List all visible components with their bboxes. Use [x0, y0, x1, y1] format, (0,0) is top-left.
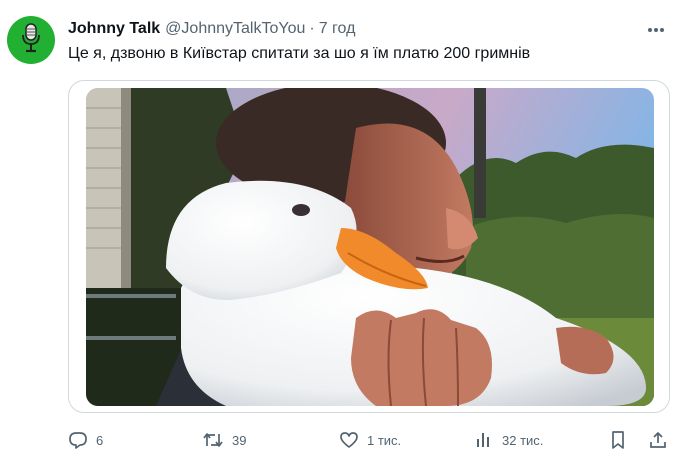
share-icon — [648, 430, 668, 450]
tweet-time[interactable]: 7 год — [319, 20, 356, 38]
display-name[interactable]: Johnny Talk — [68, 20, 160, 38]
like-count: 1 тис. — [367, 432, 402, 448]
separator-dot: · — [309, 20, 315, 37]
avatar[interactable] — [7, 16, 55, 64]
tweet-text: Це я, дзвоню в Київстар спитати за шо я … — [68, 45, 531, 62]
reply-icon — [68, 430, 88, 450]
heart-icon — [339, 430, 359, 450]
tweet-photo[interactable] — [86, 88, 654, 406]
retweet-count: 39 — [232, 432, 247, 448]
views-count: 32 тис. — [502, 432, 544, 448]
reply-count: 6 — [96, 432, 104, 448]
views-button[interactable]: 32 тис. — [474, 426, 543, 454]
action-bar: 6 39 1 тис. 32 тис. — [0, 426, 675, 454]
retweet-button[interactable]: 39 — [202, 426, 246, 454]
more-button[interactable] — [644, 18, 668, 40]
user-handle[interactable]: @JohnnyTalkToYou — [165, 20, 305, 38]
bookmark-icon — [608, 430, 628, 450]
bookmark-button[interactable] — [608, 426, 628, 454]
reply-button[interactable]: 6 — [68, 426, 103, 454]
microphone-icon — [16, 22, 46, 59]
share-button[interactable] — [648, 426, 668, 454]
views-icon — [474, 430, 494, 450]
retweet-icon — [202, 430, 224, 450]
tweet: Johnny Talk @JohnnyTalkToYou · 7 год Це … — [0, 0, 675, 469]
more-icon — [647, 20, 665, 38]
like-button[interactable]: 1 тис. — [339, 426, 401, 454]
tweet-header: Johnny Talk @JohnnyTalkToYou · 7 год — [68, 20, 355, 38]
